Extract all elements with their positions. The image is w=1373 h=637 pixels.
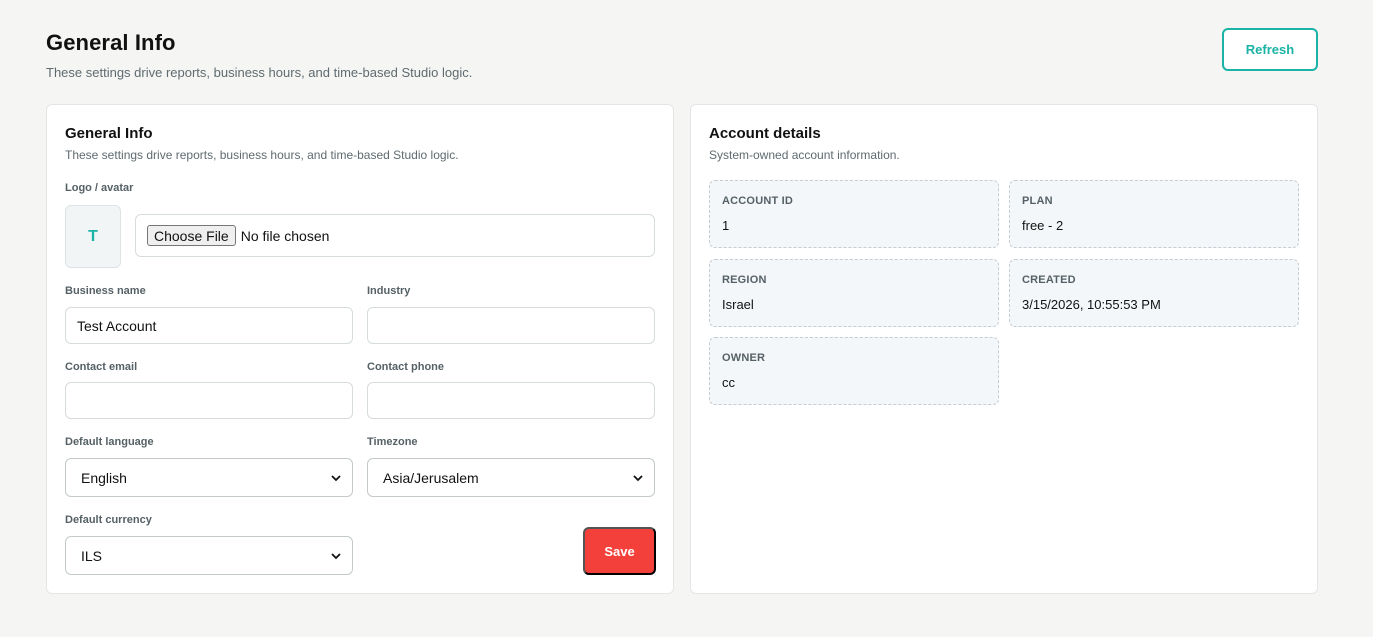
contact-email-input[interactable]	[65, 382, 353, 419]
contact-phone-input[interactable]	[367, 382, 655, 419]
timezone-label: Timezone	[367, 436, 418, 448]
save-button[interactable]: Save	[583, 527, 656, 575]
default-currency-select[interactable]: ILS	[65, 536, 353, 575]
chevron-down-icon	[330, 550, 342, 562]
plan-detail: PLAN free - 2	[1009, 180, 1299, 248]
owner-label: OWNER	[722, 352, 766, 364]
general-info-card: General Info These settings drive report…	[46, 104, 674, 594]
business-name-input[interactable]: Test Account	[65, 307, 353, 344]
general-info-card-subtitle: These settings drive reports, business h…	[65, 148, 459, 162]
created-value: 3/15/2026, 10:55:53 PM	[1022, 297, 1161, 312]
default-language-label: Default language	[65, 436, 154, 448]
account-id-value: 1	[722, 218, 730, 233]
general-info-card-title: General Info	[65, 125, 153, 142]
default-language-value: English	[81, 469, 127, 486]
account-details-subtitle: System-owned account information.	[709, 148, 900, 162]
region-detail: REGION Israel	[709, 259, 999, 327]
account-details-title: Account details	[709, 125, 821, 142]
plan-label: PLAN	[1022, 195, 1053, 207]
default-language-select[interactable]: English	[65, 458, 353, 497]
logo-file-input[interactable]: Choose File No file chosen	[135, 214, 655, 257]
page-subtitle: These settings drive reports, business h…	[46, 65, 473, 80]
owner-value: cc	[722, 375, 735, 390]
contact-phone-label: Contact phone	[367, 361, 444, 373]
business-name-label: Business name	[65, 285, 146, 297]
industry-input[interactable]	[367, 307, 655, 344]
region-label: REGION	[722, 274, 767, 286]
plan-value: free - 2	[1022, 218, 1064, 233]
timezone-select[interactable]: Asia/Jerusalem	[367, 458, 655, 497]
account-id-detail: ACCOUNT ID 1	[709, 180, 999, 248]
page-title: General Info	[46, 30, 176, 55]
refresh-button[interactable]: Refresh	[1222, 28, 1318, 71]
chevron-down-icon	[330, 472, 342, 484]
chevron-down-icon	[632, 472, 644, 484]
default-currency-value: ILS	[81, 547, 103, 564]
account-id-label: ACCOUNT ID	[722, 195, 794, 207]
industry-label: Industry	[367, 285, 411, 297]
avatar: T	[65, 205, 121, 268]
created-detail: CREATED 3/15/2026, 10:55:53 PM	[1009, 259, 1299, 327]
choose-file-button[interactable]: Choose File	[147, 225, 236, 246]
general-info-page: General Info These settings drive report…	[0, 0, 1373, 637]
created-label: CREATED	[1022, 274, 1076, 286]
logo-label: Logo / avatar	[65, 182, 134, 194]
owner-detail: OWNER cc	[709, 337, 999, 405]
account-details-card: Account details System-owned account inf…	[690, 104, 1318, 594]
contact-email-label: Contact email	[65, 361, 138, 373]
region-value: Israel	[722, 297, 754, 312]
file-status-text: No file chosen	[240, 227, 330, 244]
timezone-value: Asia/Jerusalem	[383, 469, 479, 486]
default-currency-label: Default currency	[65, 514, 152, 526]
